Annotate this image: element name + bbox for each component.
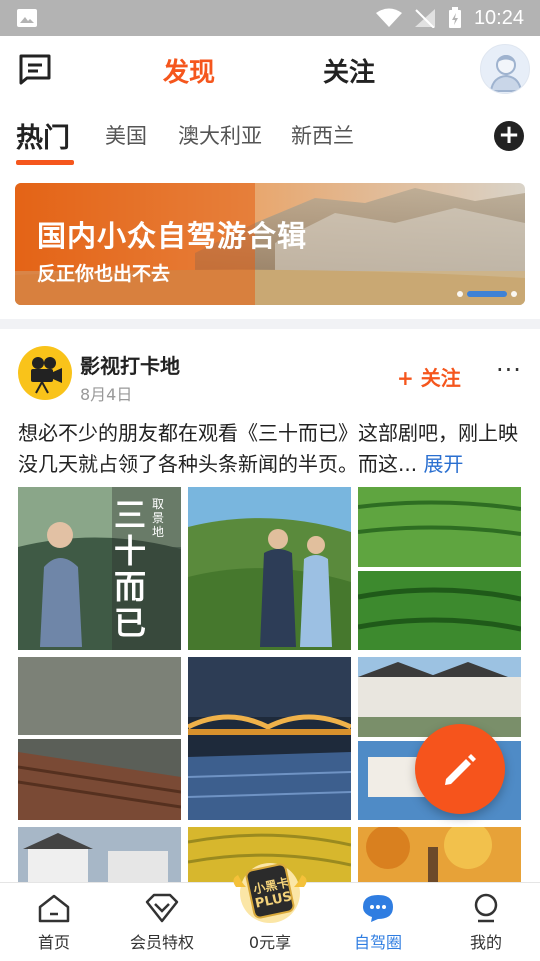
nav-label: 自驾圈 bbox=[353, 933, 402, 952]
user-avatar[interactable] bbox=[480, 44, 530, 94]
photo-thumbnail[interactable] bbox=[358, 487, 521, 650]
message-icon[interactable] bbox=[18, 52, 52, 86]
photo-thumbnail[interactable] bbox=[188, 657, 351, 820]
banner-subtitle: 反正你也出不去 bbox=[37, 263, 171, 285]
nav-label: 我的 bbox=[469, 933, 502, 952]
subtab-usa[interactable]: 美国 bbox=[105, 120, 147, 150]
pagination-dot bbox=[457, 291, 463, 297]
region-tabs: 热门 美国 澳大利亚 新西兰 + bbox=[0, 102, 540, 168]
section-divider bbox=[0, 319, 540, 329]
post-date: 8月4日 bbox=[80, 385, 133, 404]
more-options-icon[interactable]: ··· bbox=[496, 356, 522, 384]
tea-plantation-image bbox=[358, 487, 521, 650]
pagination-dot bbox=[511, 291, 517, 297]
nav-label: 0元享 bbox=[248, 933, 292, 952]
couple-tea-field-image bbox=[188, 487, 351, 650]
pagination-dot-active bbox=[467, 291, 507, 297]
clock: 10:24 bbox=[473, 6, 524, 29]
night-bridge-image bbox=[188, 657, 351, 820]
banner-pagination bbox=[457, 291, 517, 297]
subtab-hot[interactable]: 热门 bbox=[16, 116, 70, 155]
photo-thumbnail[interactable]: 三十而已 取景地 bbox=[18, 487, 181, 650]
nav-label: 会员特权 bbox=[129, 933, 194, 952]
photo-thumbnail[interactable] bbox=[18, 657, 181, 820]
nav-self-drive-circle[interactable]: 自驾圈 bbox=[324, 883, 432, 961]
white-houses-image bbox=[18, 827, 181, 883]
status-bar: 10:24 bbox=[0, 0, 540, 36]
wifi-icon bbox=[375, 8, 402, 27]
post-body[interactable]: 想必不少的朋友都在观看《三十而已》这部剧吧，刚上映没几天就占领了各种头条新闻的半… bbox=[18, 418, 528, 480]
no-signal-icon bbox=[414, 9, 435, 28]
diamond-icon bbox=[145, 893, 179, 923]
add-tab-button[interactable]: + bbox=[494, 121, 524, 151]
photo-thumbnail[interactable] bbox=[358, 827, 521, 883]
plus-card-badge[interactable]: 小黑卡 PLUS bbox=[228, 857, 312, 927]
profile-icon bbox=[474, 893, 498, 923]
autumn-trees-image bbox=[358, 827, 521, 883]
tab-follow[interactable]: 关注 bbox=[323, 52, 375, 89]
poster-subtitle-text: 取景地 bbox=[152, 497, 165, 539]
image-notification-icon bbox=[17, 9, 37, 27]
top-header: 发现 关注 bbox=[0, 36, 540, 102]
default-avatar-icon bbox=[489, 55, 523, 92]
nav-label: 首页 bbox=[37, 933, 70, 952]
photo-thumbnail[interactable] bbox=[188, 487, 351, 650]
poster-title-text: 三十而已 bbox=[114, 496, 147, 642]
promo-banner[interactable]: 国内小众自驾游合辑 反正你也出不去 bbox=[15, 183, 525, 305]
tab-discover[interactable]: 发现 bbox=[163, 52, 215, 89]
author-avatar[interactable] bbox=[18, 346, 72, 400]
active-tab-indicator bbox=[16, 160, 74, 165]
compose-post-button[interactable] bbox=[415, 724, 505, 814]
old-village-alley-image bbox=[18, 657, 181, 820]
follow-button[interactable]: + 关注 bbox=[397, 362, 461, 391]
photo-thumbnail[interactable] bbox=[18, 827, 181, 883]
subtab-new-zealand[interactable]: 新西兰 bbox=[291, 120, 354, 150]
banner-title: 国内小众自驾游合辑 bbox=[37, 219, 308, 253]
subtab-australia[interactable]: 澳大利亚 bbox=[178, 120, 262, 150]
nav-profile[interactable]: 我的 bbox=[432, 883, 540, 961]
pencil-icon bbox=[445, 754, 476, 785]
movie-camera-icon bbox=[31, 357, 62, 394]
author-name[interactable]: 影视打卡地 bbox=[80, 350, 180, 379]
expand-link[interactable]: 展开 bbox=[423, 452, 463, 476]
battery-charging-icon bbox=[448, 7, 461, 28]
home-icon bbox=[38, 894, 70, 923]
nav-home[interactable]: 首页 bbox=[0, 883, 108, 961]
nav-member-privileges[interactable]: 会员特权 bbox=[108, 883, 216, 961]
chat-bubble-icon bbox=[363, 895, 393, 922]
